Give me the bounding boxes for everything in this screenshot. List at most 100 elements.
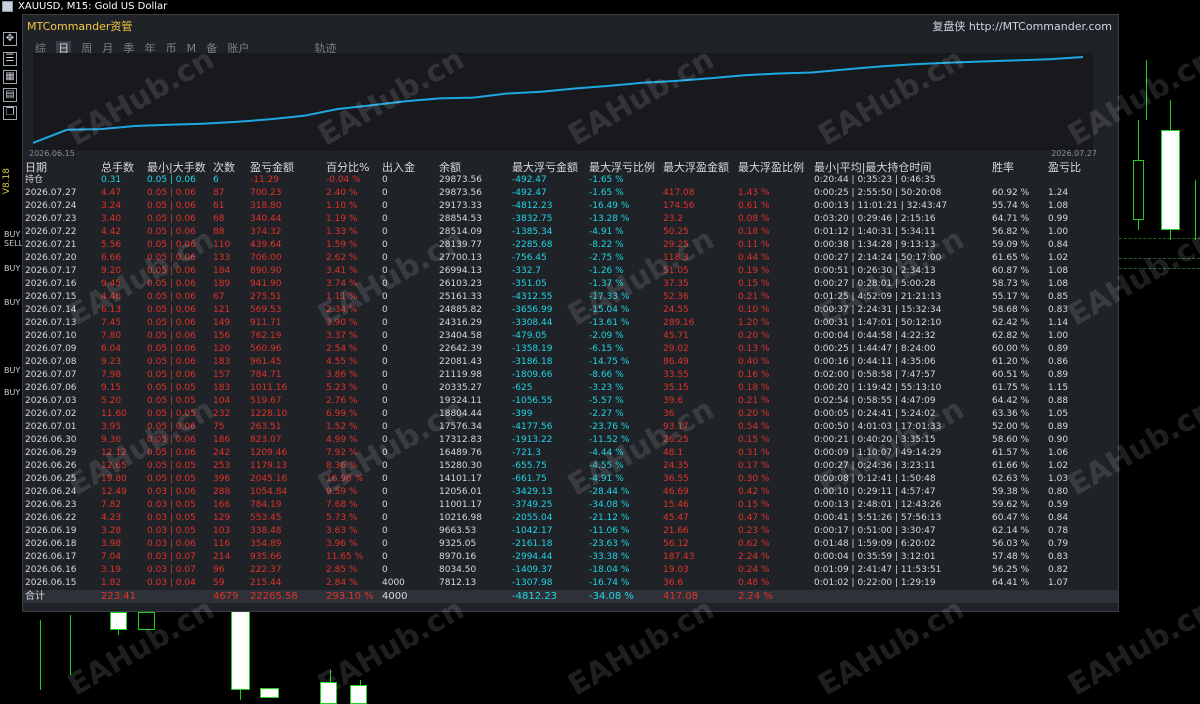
- table-row[interactable]: 2026.06.17 7.04 0.03 | 0.07 214 935.66 11.65 …: [23, 551, 1118, 564]
- table-row[interactable]: 2026.06.15 1.82 0.03 | 0.04 59 215.44 2.84 % 4…: [23, 577, 1118, 590]
- cell-max-float-loss-ratio: -3.23 %: [589, 383, 624, 393]
- cell-max-float-profit: 15.46: [663, 500, 689, 510]
- cell-trade-count: 116: [213, 539, 231, 549]
- grid-icon[interactable]: ▦: [3, 70, 17, 84]
- cell-percent: 1.33 %: [326, 227, 358, 237]
- cell-date: 2026.06.23: [25, 500, 77, 510]
- cell-min-max-lots: 0.05 | 0.06: [147, 448, 196, 458]
- buy-tag: BUY: [4, 298, 21, 307]
- table-row[interactable]: 2026.07.23 3.40 0.05 | 0.06 68 340.44 1.19 % 0…: [23, 213, 1118, 226]
- header-win-rate[interactable]: 胜率: [992, 161, 1014, 174]
- cell-percent: 2.54 %: [326, 344, 358, 354]
- cell-pnl-ratio: 0.89: [1048, 344, 1069, 354]
- header-deposit[interactable]: 出入金: [382, 161, 415, 174]
- cell-trade-count: 110: [213, 240, 231, 250]
- cell-min-max-lots: 0.05 | 0.06: [147, 370, 196, 380]
- cell-holding-time: 0:00:51 | 0:26:30 | 2:34:13: [814, 266, 936, 276]
- cell-min-max-lots: 0.05 | 0.06: [147, 201, 196, 211]
- table-row[interactable]: 2026.06.22 4.23 0.03 | 0.05 129 553.45 5.73 %…: [23, 512, 1118, 525]
- table-row[interactable]: 2026.06.16 3.19 0.03 | 0.07 96 222.37 2.85 % 0…: [23, 564, 1118, 577]
- table-row[interactable]: 2026.07.03 5.20 0.05 | 0.05 104 519.67 2.76 %…: [23, 395, 1118, 408]
- candle-bull: [231, 605, 250, 690]
- header-trade-count[interactable]: 次数: [213, 161, 235, 174]
- table-row[interactable]: 2026.07.13 7.45 0.05 | 0.06 149 911.71 3.90 %…: [23, 317, 1118, 330]
- cell-total-lots: 3.40: [101, 214, 122, 224]
- table-row[interactable]: 2026.07.21 5.56 0.05 | 0.06 110 439.64 1.59 %…: [23, 239, 1118, 252]
- website-link[interactable]: 复盘侠 http://MTCommander.com: [932, 18, 1112, 34]
- window-icon[interactable]: ❐: [3, 106, 17, 120]
- table-row[interactable]: 2026.06.23 7.82 0.03 | 0.05 166 784.19 7.68 %…: [23, 499, 1118, 512]
- cell-max-float-profit-ratio: 0.30 %: [738, 474, 770, 484]
- balance-curve-line: [33, 56, 1084, 144]
- header-min-max-lots[interactable]: 最小|大手数: [147, 161, 206, 174]
- cell-trade-count: 87: [213, 188, 225, 198]
- cell-max-float-loss-ratio: -28.44 %: [589, 487, 630, 497]
- table-row[interactable]: 2026.07.17 9.20 0.05 | 0.06 184 890.90 3.41 %…: [23, 265, 1118, 278]
- table-row[interactable]: 2026.06.29 12.12 0.05 | 0.06 242 1209.46 7.92…: [23, 447, 1118, 460]
- cell-win-rate: 61.75 %: [992, 383, 1030, 393]
- table-row[interactable]: 2026.07.20 6.66 0.05 | 0.06 133 706.00 2.62 %…: [23, 252, 1118, 265]
- cell-max-float-profit-ratio: 0.20 %: [738, 331, 770, 341]
- cell-max-float-profit: 37.35: [663, 279, 689, 289]
- table-row[interactable]: 2026.07.22 4.42 0.05 | 0.06 88 374.32 1.33 % 0…: [23, 226, 1118, 239]
- cell-max-float-loss-ratio: -2.27 %: [589, 409, 624, 419]
- move-icon[interactable]: ✥: [3, 32, 17, 46]
- cell-max-float-profit-ratio: 0.16 %: [738, 370, 770, 380]
- table-row[interactable]: 2026.07.07 7.98 0.05 | 0.06 157 784.71 3.86 %…: [23, 369, 1118, 382]
- header-pnl-amount[interactable]: 盈亏金额: [250, 161, 294, 174]
- cell-percent: 5.23 %: [326, 383, 358, 393]
- table-row[interactable]: 2026.06.24 12.49 0.03 | 0.06 288 1054.84 9.59…: [23, 486, 1118, 499]
- cell-trade-count: 156: [213, 331, 231, 341]
- table-row[interactable]: 2026.07.02 11.60 0.05 | 0.05 232 1228.10 6.99…: [23, 408, 1118, 421]
- cell-total-lots: 3.24: [101, 201, 122, 211]
- cell-max-float-loss: -4312.55: [512, 292, 553, 302]
- cell-win-rate: 56.03 %: [992, 539, 1030, 549]
- table-row[interactable]: 2026.07.09 6.04 0.05 | 0.06 120 560.96 2.54 %…: [23, 343, 1118, 356]
- header-holding-time[interactable]: 最小|平均|最大持仓时间: [814, 161, 931, 174]
- cell-percent: 2.34 %: [326, 305, 358, 315]
- table-row[interactable]: 2026.07.10 7.80 0.05 | 0.06 156 762.19 3.37 %…: [23, 330, 1118, 343]
- cell-max-float-loss-ratio: -16.74 %: [589, 578, 630, 588]
- header-max-float-loss[interactable]: 最大浮亏金额: [512, 161, 578, 174]
- cell-max-float-profit: 21.66: [663, 526, 689, 536]
- cell-max-float-loss-ratio: -15.04 %: [589, 305, 630, 315]
- table-row[interactable]: 2026.07.24 3.24 0.05 | 0.06 61 318.80 1.10 % 0…: [23, 200, 1118, 213]
- table-row[interactable]: 2026.07.27 4.47 0.05 | 0.06 87 700.23 2.40 % 0…: [23, 187, 1118, 200]
- cell-percent: 1.10 %: [326, 201, 358, 211]
- table-row[interactable]: 2026.07.08 9.23 0.05 | 0.06 183 961.45 4.55 %…: [23, 356, 1118, 369]
- cell-holding-time: 0:00:05 | 0:24:41 | 5:24:02: [814, 409, 936, 419]
- cell-max-float-loss-ratio: -1.65 %: [589, 175, 624, 185]
- cell-percent: 1.19 %: [326, 214, 358, 224]
- total-row[interactable]: 合计 223.41 4679 22265.58 293.10 % 4000 -4812.23…: [23, 590, 1118, 603]
- table-icon[interactable]: ▤: [3, 88, 17, 102]
- table-row[interactable]: 2026.06.30 9.36 0.05 | 0.06 186 823.07 4.99 %…: [23, 434, 1118, 447]
- table-row[interactable]: 2026.07.01 3.95 0.05 | 0.06 75 263.51 1.52 % 0…: [23, 421, 1118, 434]
- header-percent[interactable]: 百分比%: [326, 161, 369, 174]
- cell-balance: 19324.11: [439, 396, 482, 406]
- cell-holding-time: 0:02:00 | 0:58:58 | 7:47:57: [814, 370, 936, 380]
- list-icon[interactable]: ☰: [3, 52, 17, 66]
- header-date[interactable]: 日期: [25, 161, 47, 174]
- cell-deposit: 0: [382, 279, 388, 289]
- cell-total-lots: 7.04: [101, 552, 122, 562]
- table-row[interactable]: 2026.07.16 9.45 0.05 | 0.06 189 941.90 3.74 %…: [23, 278, 1118, 291]
- cell-deposit: 4000: [382, 578, 405, 588]
- holding-row[interactable]: 持仓 0.31 0.05 | 0.06 6 -11.29 -0.04 % 0 29873.56…: [23, 174, 1118, 187]
- table-row[interactable]: 2026.06.25 19.80 0.05 | 0.05 396 2045.16 16.9…: [23, 473, 1118, 486]
- header-max-float-loss-ratio[interactable]: 最大浮亏比例: [589, 161, 655, 174]
- header-balance[interactable]: 余额: [439, 161, 461, 174]
- cell-win-rate: 59.09 %: [992, 240, 1030, 250]
- header-max-float-profit-ratio[interactable]: 最大浮盈比例: [738, 161, 804, 174]
- header-max-float-profit[interactable]: 最大浮盈金额: [663, 161, 729, 174]
- table-row[interactable]: 2026.06.19 3.28 0.03 | 0.05 103 338.48 3.63 %…: [23, 525, 1118, 538]
- cell-holding-time: 0:00:37 | 2:24:31 | 15:32:34: [814, 305, 942, 315]
- header-total-lots[interactable]: 总手数: [101, 161, 134, 174]
- table-row[interactable]: 2026.07.14 6.13 0.05 | 0.06 121 569.53 2.34 %…: [23, 304, 1118, 317]
- table-row[interactable]: 2026.07.15 4.46 0.05 | 0.06 67 275.51 1.11 % 0…: [23, 291, 1118, 304]
- cell-deposit: 0: [382, 487, 388, 497]
- header-pnl-ratio[interactable]: 盈亏比: [1048, 161, 1081, 174]
- table-row[interactable]: 2026.07.06 9.15 0.05 | 0.05 183 1011.16 5.23 …: [23, 382, 1118, 395]
- table-row[interactable]: 2026.06.26 12.65 0.05 | 0.05 253 1179.13 8.36…: [23, 460, 1118, 473]
- table-row[interactable]: 2026.06.18 3.98 0.03 | 0.06 116 354.89 3.96 %…: [23, 538, 1118, 551]
- cell-total-lots: 6.13: [101, 305, 122, 315]
